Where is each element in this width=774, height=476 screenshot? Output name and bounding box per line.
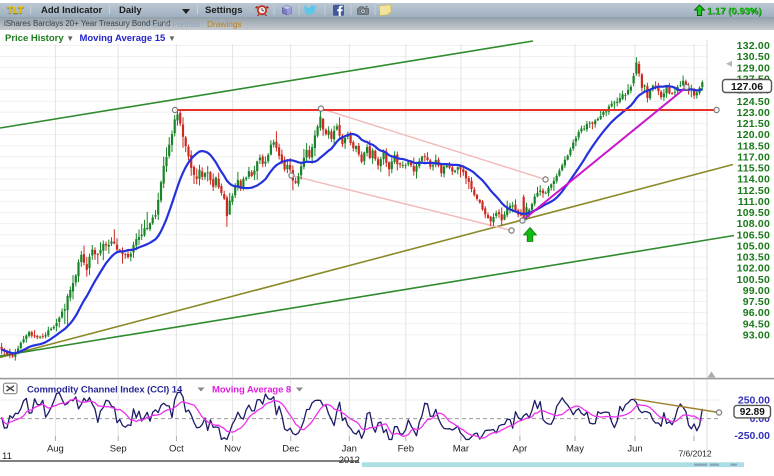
svg-text:Dec: Dec xyxy=(282,444,299,455)
svg-text:Jan: Jan xyxy=(342,444,357,455)
svg-text:May: May xyxy=(566,444,584,455)
svg-text:7/6/2012: 7/6/2012 xyxy=(678,449,711,459)
svg-text:93.00: 93.00 xyxy=(743,330,770,342)
svg-text:-250.00: -250.00 xyxy=(734,430,770,442)
svg-text:96.00: 96.00 xyxy=(743,307,770,319)
svg-text:Feb: Feb xyxy=(398,444,414,455)
svg-text:Sep: Sep xyxy=(110,444,127,455)
svg-text:Commodity Channel Index (CCI): Commodity Channel Index (CCI) 14 xyxy=(27,384,183,395)
svg-text:Aug: Aug xyxy=(47,444,64,455)
svg-text:111.00: 111.00 xyxy=(738,196,770,208)
svg-text:Jun: Jun xyxy=(627,444,642,455)
svg-text:92.89: 92.89 xyxy=(740,407,765,418)
svg-text:130.50: 130.50 xyxy=(737,51,770,63)
svg-text:120.00: 120.00 xyxy=(737,129,770,141)
svg-text:100.50: 100.50 xyxy=(737,274,770,286)
svg-text:Nov: Nov xyxy=(224,444,241,455)
svg-text:127.06: 127.06 xyxy=(731,81,763,93)
svg-text:11: 11 xyxy=(2,451,12,462)
svg-text:Moving Average 8: Moving Average 8 xyxy=(212,384,291,395)
svg-text:115.50: 115.50 xyxy=(737,163,770,175)
svg-text:Oct: Oct xyxy=(169,444,184,455)
svg-text:Mar: Mar xyxy=(453,444,469,455)
svg-text:Apr: Apr xyxy=(513,444,528,455)
svg-text:105.00: 105.00 xyxy=(737,240,770,252)
